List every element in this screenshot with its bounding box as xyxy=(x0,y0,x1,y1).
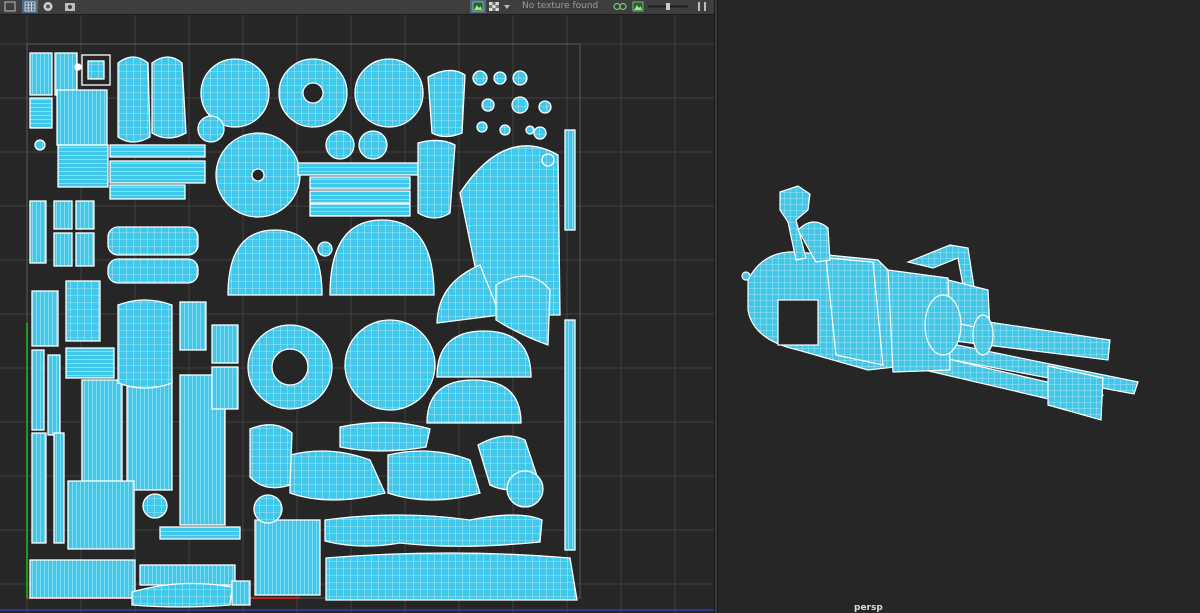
frame-icon[interactable] xyxy=(2,0,18,13)
snapshot-icon[interactable] xyxy=(62,0,78,13)
uv-toggle-icon[interactable] xyxy=(630,0,646,13)
uv-shell-icon[interactable] xyxy=(612,0,628,13)
uv-toolbar: No texture found xyxy=(0,0,714,15)
texture-status-label: No texture found xyxy=(522,1,599,11)
grid-toggle-icon[interactable] xyxy=(22,0,38,13)
image-display-icon[interactable] xyxy=(470,0,486,13)
uv-shells xyxy=(29,52,578,608)
shading-icon[interactable] xyxy=(40,0,56,13)
uv-viewport[interactable] xyxy=(0,15,714,613)
minigun-model xyxy=(741,185,1139,421)
uv-editor-panel: No texture found xyxy=(0,0,714,613)
uv-layout-canvas xyxy=(0,15,714,613)
dropdown-arrow-icon[interactable] xyxy=(502,0,512,13)
checker-icon[interactable] xyxy=(486,0,502,13)
exposure-slider[interactable] xyxy=(648,3,688,10)
panel-menu-icon[interactable] xyxy=(694,0,712,13)
camera-label: persp xyxy=(854,603,883,613)
perspective-viewport[interactable]: persp xyxy=(718,0,1200,613)
